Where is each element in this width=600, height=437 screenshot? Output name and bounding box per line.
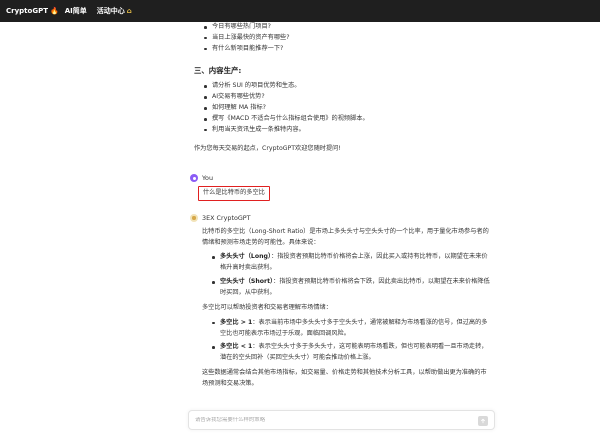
- bot-answer: 比特币的多空比（Long-Short Ratio）是市场上多头头寸与空头头寸的一…: [202, 227, 492, 390]
- nav-activity-center[interactable]: 活动中心 ⌂: [97, 6, 132, 16]
- list-item: 如何理解 MA 指标?: [204, 103, 492, 114]
- nav-ai-simple[interactable]: AI简单: [65, 6, 87, 16]
- section-title: 三、内容生产:: [194, 65, 242, 75]
- nav-ai-simple-label: AI简单: [64, 7, 87, 15]
- user-message-header: You: [190, 173, 492, 184]
- list-item: 当日上涨最快的资产有哪些?: [204, 33, 492, 44]
- list-item: 有什么新项目能推荐一下?: [204, 44, 492, 55]
- term: 多空比 > 1: [220, 318, 253, 326]
- prev-answer-closing: 作为您每天交易的起点，CryptoGPT欢迎您随时提问!: [194, 144, 341, 152]
- message-input[interactable]: [195, 417, 465, 423]
- list-item: 多空比 < 1：表示空头头寸多于多头头寸，这可能表明市场看跌，但也可能表明看一旦…: [212, 342, 492, 364]
- flame-icon: 🔥: [49, 7, 59, 15]
- chat-thread: 今日有哪些热门项目? 当日上涨最快的资产有哪些? 有什么新项目能推荐一下? 三、…: [190, 22, 492, 394]
- message-composer: [188, 410, 495, 430]
- bot-message-header: 3EX CryptoGPT: [190, 213, 492, 224]
- brand-logo[interactable]: CryptoGPT 🔥: [6, 7, 59, 15]
- top-bar: CryptoGPT 🔥 AI简单 活动中心 ⌂: [0, 0, 600, 22]
- term-desc: ：表示当前市场中多头头寸多于空头头寸，通常被解释为市场看涨的信号，但过高的多空比…: [220, 318, 488, 337]
- term: 空头头寸（Short）: [220, 278, 274, 286]
- home-icon: ⌂: [126, 7, 132, 15]
- bot-name: 3EX CryptoGPT: [202, 213, 251, 222]
- list-item: 多头头寸（Long）：指投资者预期比特币价格将会上涨，因此买入或持有比特币，以期…: [212, 252, 492, 274]
- prev-answer-top-list: 今日有哪些热门项目? 当日上涨最快的资产有哪些? 有什么新项目能推荐一下?: [190, 22, 492, 55]
- list-item: 请分析 SUI 的项目优势和生态。: [204, 81, 492, 92]
- list-item: 空头头寸（Short）：指投资者预期比特币价格将会下跌，因此卖出比特币，以期望在…: [212, 277, 492, 299]
- answer-ratios-list: 多空比 > 1：表示当前市场中多头头寸多于空头头寸，通常被解释为市场看涨的信号，…: [202, 318, 492, 364]
- list-item: 多空比 > 1：表示当前市场中多头头寸多于空头头寸，通常被解释为市场看涨的信号，…: [212, 318, 492, 340]
- term: 多头头寸（Long）: [220, 253, 272, 261]
- send-arrow-icon: [481, 418, 485, 424]
- term: 多空比 < 1: [220, 343, 253, 351]
- answer-middle: 多空比可以帮助投资者和交易者理解市场情绪：: [202, 303, 332, 311]
- answer-outro: 这些数据通常会结合其他市场指标，如交易量、价格走势和其他技术分析工具，以帮助做出…: [202, 369, 487, 387]
- send-button[interactable]: [478, 416, 488, 426]
- list-item: 撰写《MACD 不适合与什么指标组合使用》的视频脚本。: [204, 114, 492, 125]
- nav-activity-center-label: 活动中心: [96, 7, 125, 15]
- answer-intro: 比特币的多空比（Long-Short Ratio）是市场上多头头寸与空头头寸的一…: [202, 227, 489, 246]
- term-desc: ：表示空头头寸多于多头头寸，这可能表明市场看跌，但也可能表明看一旦市场走转，潜在…: [220, 343, 488, 362]
- bot-avatar-icon: [190, 214, 198, 223]
- brand-name: CryptoGPT: [6, 7, 48, 15]
- list-item: 利用当天资讯生成一条推特内容。: [204, 125, 492, 136]
- user-avatar-icon: [190, 174, 198, 183]
- list-item: 今日有哪些热门项目?: [204, 22, 492, 33]
- prev-answer-section-list: 请分析 SUI 的项目优势和生态。 AI交易有哪些优势? 如何理解 MA 指标?…: [190, 81, 492, 135]
- user-name: You: [202, 173, 214, 182]
- list-item: AI交易有哪些优势?: [204, 92, 492, 103]
- answer-defs-list: 多头头寸（Long）：指投资者预期比特币价格将会上涨，因此买入或持有比特币，以期…: [202, 252, 492, 298]
- user-question: 什么是比特币的多空比: [198, 185, 270, 201]
